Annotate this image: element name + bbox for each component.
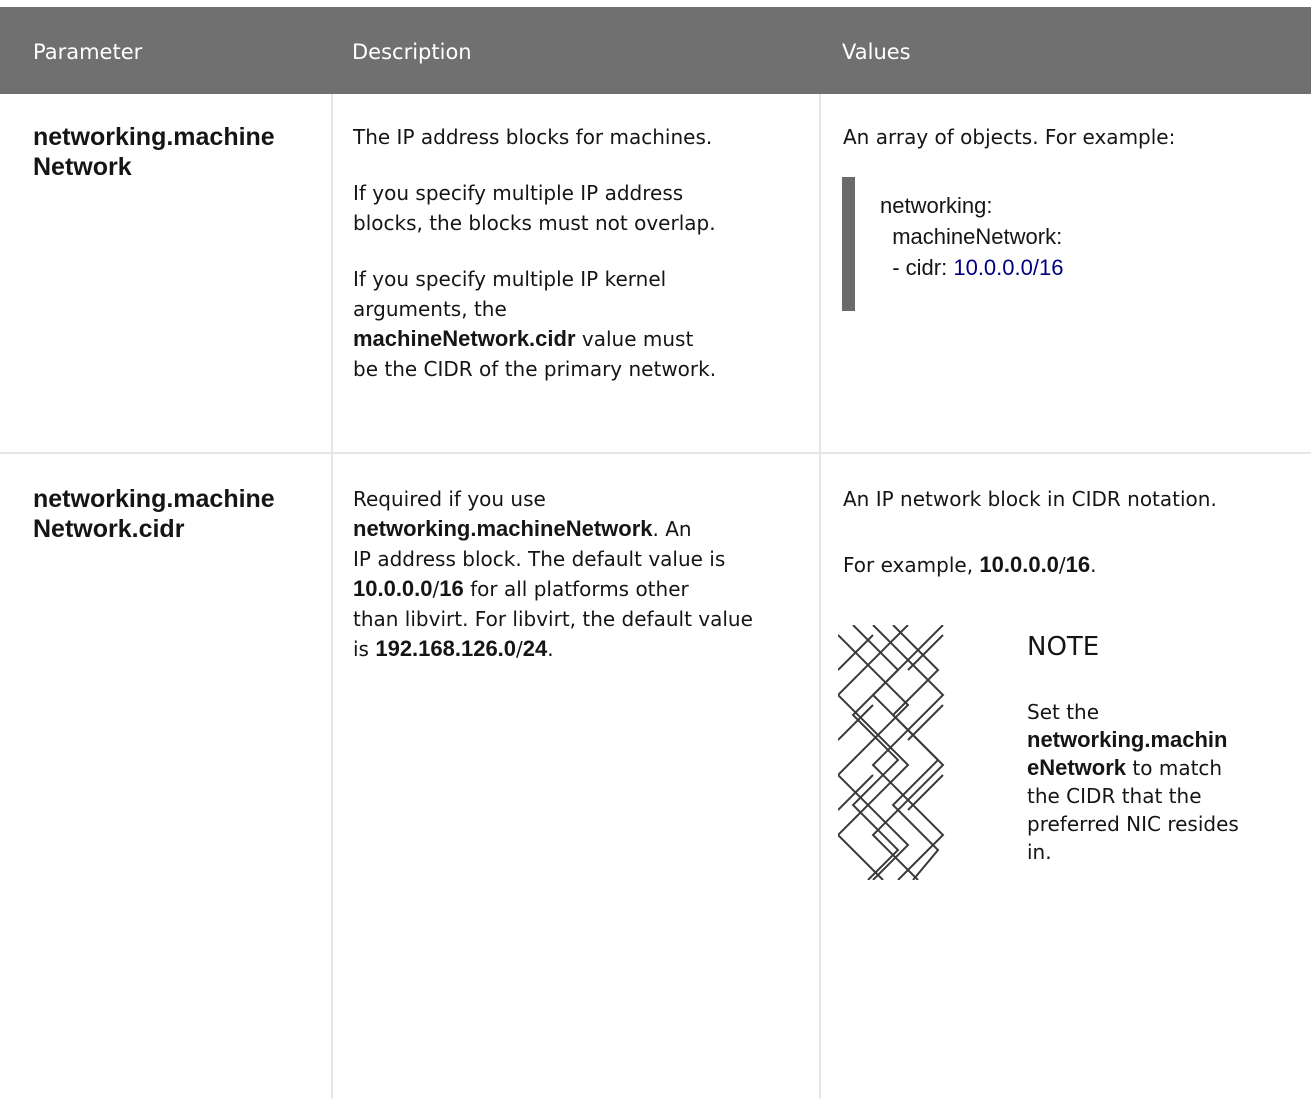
header-description: Description (352, 40, 472, 64)
table-header: Parameter Description Values (0, 7, 1311, 94)
code-value: 10.0.0.0/16 (953, 255, 1064, 280)
code-line: machineNetwork: (880, 224, 1063, 249)
desc-line: arguments, the (353, 297, 507, 321)
note-text: to match (1126, 756, 1223, 780)
param-machine-network: networking.machine Network (33, 122, 275, 182)
desc-text: . An (652, 517, 692, 541)
note-bold: eNetwork (1027, 755, 1127, 780)
desc-line: than libvirt. For libvirt, the default v… (353, 607, 753, 631)
column-divider (819, 94, 821, 1099)
desc-bold: 192.168.126.0 (375, 636, 517, 661)
desc-paragraph: The IP address blocks for machines. (353, 125, 713, 149)
desc-bold: machineNetwork.cidr (353, 326, 576, 351)
desc-text: . (547, 637, 554, 661)
desc-paragraph: If you specify multiple IP kernel argume… (353, 264, 803, 384)
code-line: networking: (880, 193, 993, 218)
code-key: - cidr: (880, 255, 954, 280)
note-line: in. (1027, 840, 1052, 864)
description-machine-network-cidr: Required if you use networking.machineNe… (353, 484, 813, 664)
desc-paragraph: If you specify multiple IP address block… (353, 178, 803, 238)
note-title: NOTE (1027, 632, 1100, 662)
example-bold: 10.0.0.0 (979, 552, 1059, 577)
desc-bold: 24 (522, 636, 548, 661)
desc-text: value must (575, 327, 694, 351)
row-divider (0, 452, 1311, 454)
example-text: / (1058, 553, 1066, 577)
note-line: the CIDR that the (1027, 784, 1202, 808)
desc-line: be the CIDR of the primary network. (353, 357, 717, 381)
code-block-bar (842, 177, 855, 311)
description-machine-network: The IP address blocks for machines. If y… (353, 122, 803, 384)
desc-bold: 16 (439, 576, 464, 601)
desc-text: for all platforms other (463, 577, 689, 601)
param-machine-network-cidr: networking.machine Network.cidr (33, 484, 275, 544)
desc-text: is (353, 637, 376, 661)
param-line: networking.machine (33, 123, 275, 151)
desc-line: blocks, the blocks must not overlap. (353, 211, 716, 235)
desc-bold: 10.0.0.0 (353, 576, 433, 601)
desc-line: IP address block. The default value is (353, 547, 726, 571)
desc-bold: networking.machineNetwork (353, 516, 653, 541)
desc-line: If you specify multiple IP kernel (353, 267, 667, 291)
note-body: Set the networking.machin eNetwork to ma… (1027, 698, 1297, 866)
values-intro: An array of objects. For example: (843, 125, 1176, 149)
column-divider (331, 94, 333, 1099)
example-bold: 16 (1065, 552, 1091, 577)
note-pattern-icon (838, 625, 946, 880)
example-text: For example, (843, 553, 980, 577)
param-line: Network.cidr (33, 515, 185, 543)
code-block: networking: machineNetwork: - cidr: 10.0… (880, 190, 1063, 283)
header-parameter: Parameter (33, 40, 143, 64)
values-intro: An IP network block in CIDR notation. (843, 487, 1217, 511)
note-line: Set the (1027, 700, 1100, 724)
note-line: preferred NIC resides (1027, 812, 1239, 836)
param-line: networking.machine (33, 485, 275, 513)
note-bold: networking.machin (1027, 727, 1228, 752)
desc-text: / (516, 637, 523, 661)
values-example: For example, 10.0.0.0/16. (843, 550, 1097, 580)
param-line: Network (33, 153, 132, 181)
example-text: . (1090, 553, 1097, 577)
header-values: Values (842, 40, 911, 64)
desc-line: Required if you use (353, 487, 546, 511)
desc-line: If you specify multiple IP address (353, 181, 684, 205)
